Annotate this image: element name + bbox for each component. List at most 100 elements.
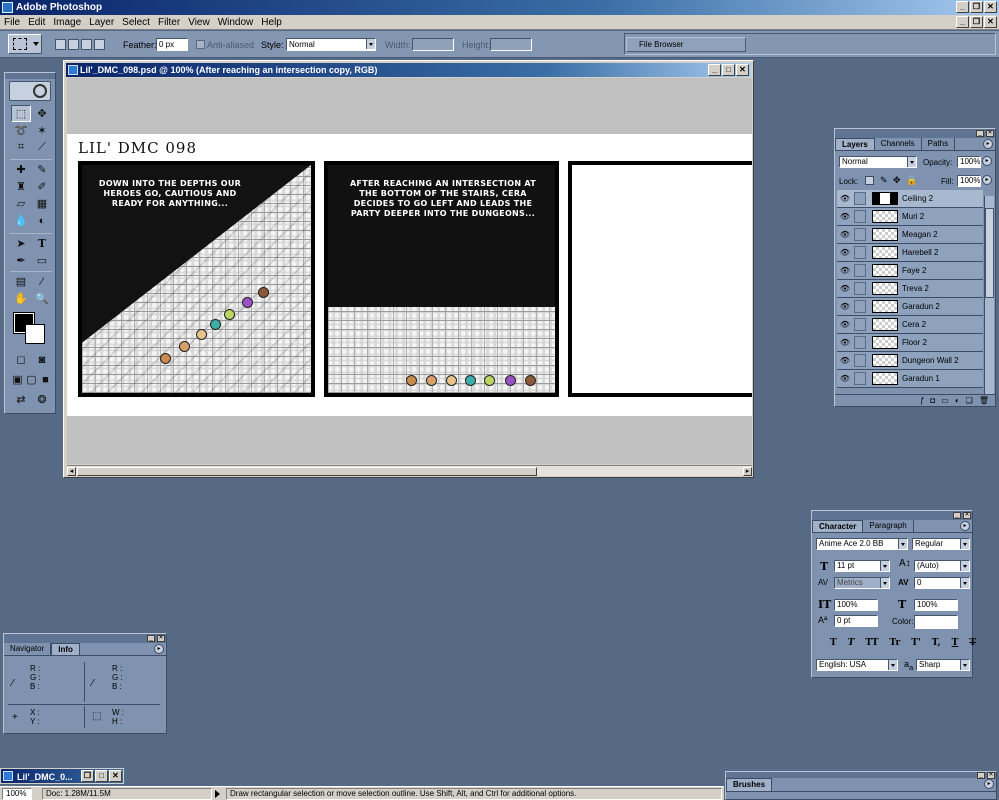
status-menu-arrow-icon[interactable]	[215, 790, 220, 798]
layer-row[interactable]: 👁 Ceiling 2	[837, 190, 983, 208]
lock-position-icon[interactable]: ✥	[893, 175, 901, 186]
tab-navigator[interactable]: Navigator	[4, 643, 52, 655]
tab-info[interactable]: Info	[51, 643, 80, 655]
tab-channels[interactable]: Channels	[874, 138, 922, 150]
screen-mode-full-icon[interactable]: ■	[39, 371, 52, 388]
width-input[interactable]	[412, 38, 454, 51]
layer-set-icon[interactable]: ▭	[941, 396, 949, 405]
palette-menu-icon[interactable]: ▸	[983, 139, 993, 149]
layer-row[interactable]: 👁 Dungeon Wall 2	[837, 352, 983, 370]
height-input[interactable]	[490, 38, 532, 51]
tab-character[interactable]: Character	[812, 520, 864, 532]
kerning-select[interactable]: Metrics	[834, 577, 890, 589]
shape-tool-icon[interactable]: ▭	[32, 252, 52, 269]
layer-row[interactable]: 👁 Meagan 2	[837, 226, 983, 244]
antialiased-checkbox[interactable]	[196, 40, 205, 49]
canvas-area[interactable]: LIL' DMC 098 Down into the depths our he…	[67, 78, 752, 464]
palette-close-button[interactable]: ✕	[986, 130, 994, 137]
eye-icon[interactable]: 👁	[839, 194, 851, 203]
tracking-select[interactable]: 0	[914, 577, 970, 589]
minidoc-restore-button[interactable]: ❐	[81, 770, 94, 782]
add-selection-button[interactable]	[68, 39, 79, 50]
document-close-button[interactable]: ✕	[736, 64, 749, 76]
restore-button[interactable]: ❐	[970, 1, 983, 13]
layer-row[interactable]: 👁 Cera 2	[837, 316, 983, 334]
minidoc-maximize-button[interactable]: □	[95, 770, 108, 782]
antialias-select[interactable]: Sharp	[916, 659, 970, 671]
palette-menu-icon[interactable]: ▸	[984, 779, 994, 789]
horizontal-scale-input[interactable]: 100%	[914, 599, 958, 611]
layer-row[interactable]: 👁 Faye 2	[837, 262, 983, 280]
file-browser-tab[interactable]: File Browser	[626, 37, 746, 52]
font-style-select[interactable]: Regular	[912, 538, 970, 550]
document-minimize-button[interactable]: _	[708, 64, 721, 76]
layer-mask-icon[interactable]: ◘	[930, 396, 935, 405]
faux-italic-button[interactable]: T	[848, 638, 855, 648]
underline-button[interactable]: T	[952, 638, 959, 648]
slice-tool-icon[interactable]: ⟋	[32, 139, 52, 156]
new-selection-button[interactable]	[55, 39, 66, 50]
toolbox-header[interactable]	[5, 73, 55, 79]
layer-row[interactable]: 👁 Garadun 2	[837, 298, 983, 316]
type-tool-icon[interactable]: T	[32, 235, 52, 252]
menu-layer[interactable]: Layer	[85, 17, 118, 28]
faux-bold-button[interactable]: T	[830, 638, 837, 648]
text-color-swatch[interactable]	[914, 615, 958, 629]
info-palette-header[interactable]: _ ✕	[4, 634, 166, 643]
scroll-right-button[interactable]: ▸	[743, 467, 752, 476]
lock-all-icon[interactable]: 🔒	[906, 175, 917, 186]
eye-icon[interactable]: 👁	[839, 248, 851, 257]
jump-to-imageready-icon[interactable]: ⇄	[11, 391, 31, 408]
all-caps-button[interactable]: TT	[865, 638, 878, 648]
eye-icon[interactable]: 👁	[839, 320, 851, 329]
palette-menu-icon[interactable]: ▸	[960, 521, 970, 531]
doc-restore-button[interactable]: ❐	[970, 16, 983, 28]
clone-stamp-tool-icon[interactable]: ♜	[11, 178, 31, 195]
path-selection-tool-icon[interactable]: ➤	[11, 235, 31, 252]
dodge-tool-icon[interactable]: ◐	[32, 212, 52, 229]
palette-menu-icon[interactable]: ▸	[154, 644, 164, 654]
vertical-scale-input[interactable]: 100%	[834, 599, 878, 611]
scroll-left-button[interactable]: ◂	[67, 467, 76, 476]
menu-edit[interactable]: Edit	[24, 17, 49, 28]
subtract-selection-button[interactable]	[81, 39, 92, 50]
eye-icon[interactable]: 👁	[839, 266, 851, 275]
close-button[interactable]: ✕	[984, 1, 997, 13]
palette-minimize-button[interactable]: _	[147, 635, 155, 642]
intersect-selection-button[interactable]	[94, 39, 105, 50]
feather-input[interactable]: 0 px	[156, 38, 188, 51]
zoom-tool-icon[interactable]: 🔍	[32, 290, 52, 307]
notes-tool-icon[interactable]: ▤	[11, 273, 31, 290]
horizontal-scrollbar[interactable]: ◂ ▸	[67, 465, 752, 476]
tab-layers[interactable]: Layers	[835, 138, 875, 150]
tab-paragraph[interactable]: Paragraph	[863, 520, 914, 532]
layer-row[interactable]: 👁 Floor 2	[837, 334, 983, 352]
strikethrough-button[interactable]: T	[969, 638, 976, 648]
layers-palette-header[interactable]: _ ✕	[835, 129, 995, 138]
layers-scroll-thumb[interactable]	[985, 208, 994, 298]
eye-icon[interactable]: 👁	[839, 356, 851, 365]
layer-row[interactable]: 👁 Muri 2	[837, 208, 983, 226]
character-palette-header[interactable]: _ ✕	[812, 511, 972, 520]
eye-icon[interactable]: 👁	[839, 230, 851, 239]
menu-filter[interactable]: Filter	[154, 17, 184, 28]
menu-image[interactable]: Image	[49, 17, 85, 28]
new-layer-icon[interactable]: ❏	[966, 396, 973, 405]
language-select[interactable]: English: USA	[816, 659, 898, 671]
document-title-bar[interactable]: Lil'_DMC_098.psd @ 100% (After reaching …	[66, 63, 751, 77]
background-color-swatch[interactable]	[25, 324, 45, 344]
gradient-tool-icon[interactable]: ▦	[32, 195, 52, 212]
minidoc-close-button[interactable]: ✕	[109, 770, 122, 782]
menu-select[interactable]: Select	[118, 17, 154, 28]
tab-brushes[interactable]: Brushes	[726, 778, 773, 791]
blend-mode-select[interactable]: Normal	[839, 156, 917, 168]
zoom-input[interactable]: 100%	[2, 788, 32, 800]
layers-scrollbar[interactable]	[984, 196, 994, 394]
subscript-button[interactable]: T,	[932, 638, 941, 648]
palette-close-button[interactable]: ✕	[157, 635, 165, 642]
layer-row[interactable]: 👁 Harebell 2	[837, 244, 983, 262]
font-family-select[interactable]: Anime Ace 2.0 BB	[816, 538, 908, 550]
eye-icon[interactable]: 👁	[839, 302, 851, 311]
healing-brush-tool-icon[interactable]: ✚	[11, 161, 31, 178]
doc-close-button[interactable]: ✕	[984, 16, 997, 28]
